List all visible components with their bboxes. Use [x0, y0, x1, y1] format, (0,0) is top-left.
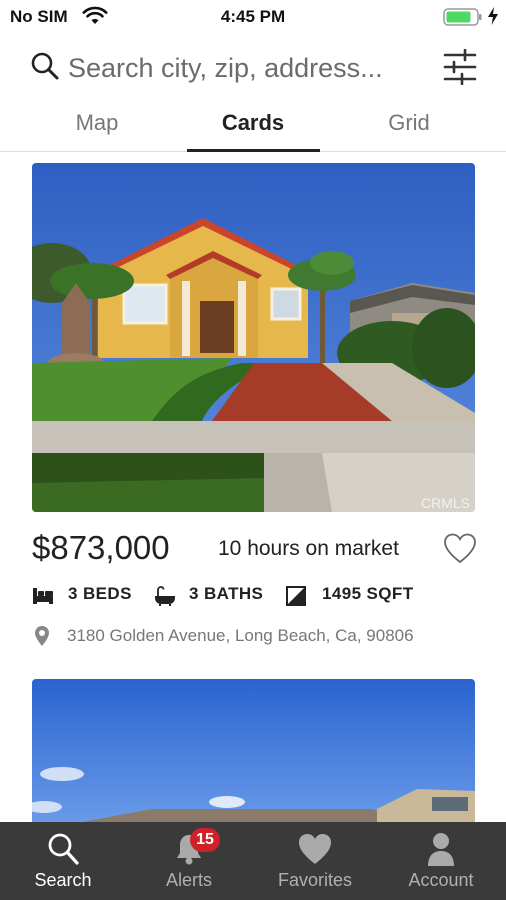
- listing-photo[interactable]: CRMLS: [32, 163, 475, 512]
- baths-count: 3 BATHS: [189, 584, 264, 603]
- favorite-heart-icon[interactable]: [443, 532, 477, 566]
- nav-label-alerts: Alerts: [165, 870, 212, 890]
- nav-label-favorites: Favorites: [277, 870, 353, 890]
- nav-label-account: Account: [408, 870, 474, 890]
- square-feet-icon: [286, 586, 306, 606]
- charging-bolt-icon: [488, 7, 498, 25]
- app-screen: No SIM 4:45 PM Search city, zip, address…: [0, 0, 506, 900]
- alerts-badge: 15: [190, 828, 220, 852]
- active-tab-indicator: [187, 149, 320, 152]
- bed-icon: [33, 588, 53, 604]
- tab-map[interactable]: Map: [30, 110, 164, 136]
- sqft-value: 1495 SQFT: [322, 584, 414, 603]
- battery-icon: [443, 8, 482, 26]
- search-bar: [0, 42, 506, 92]
- nav-item-favorites[interactable]: Favorites: [252, 822, 378, 900]
- location-pin-icon: [35, 626, 49, 646]
- listing-photo-2[interactable]: [32, 679, 475, 824]
- status-time: 4:45 PM: [220, 7, 286, 26]
- beds-count: 3 BEDS: [68, 584, 132, 603]
- nav-label-search: Search: [34, 870, 92, 890]
- photo-watermark: CRMLS: [421, 495, 470, 511]
- heart-icon: [299, 834, 331, 864]
- filter-sliders-icon[interactable]: [443, 49, 477, 85]
- nav-item-account[interactable]: Account: [378, 822, 504, 900]
- listing-market-time: 10 hours on market: [218, 537, 399, 560]
- address-text: 3180 Golden Avenue, Long Beach, Ca, 9080…: [67, 626, 414, 645]
- nav-item-alerts[interactable]: 15 Alerts: [126, 822, 252, 900]
- search-input[interactable]: [68, 48, 428, 88]
- status-bar: No SIM 4:45 PM: [0, 0, 506, 34]
- tab-grid[interactable]: Grid: [342, 110, 476, 136]
- nav-item-search[interactable]: Search: [0, 822, 126, 900]
- view-tabs: Map Cards Grid: [0, 100, 506, 152]
- tab-cards[interactable]: Cards: [186, 110, 320, 136]
- bottom-nav: Search 15 Alerts Favorites Account: [0, 822, 506, 900]
- listing-price: $873,000: [32, 529, 170, 566]
- bathtub-icon: [155, 586, 175, 606]
- person-icon: [428, 833, 454, 866]
- search-icon: [48, 833, 79, 865]
- search-icon[interactable]: [30, 51, 60, 81]
